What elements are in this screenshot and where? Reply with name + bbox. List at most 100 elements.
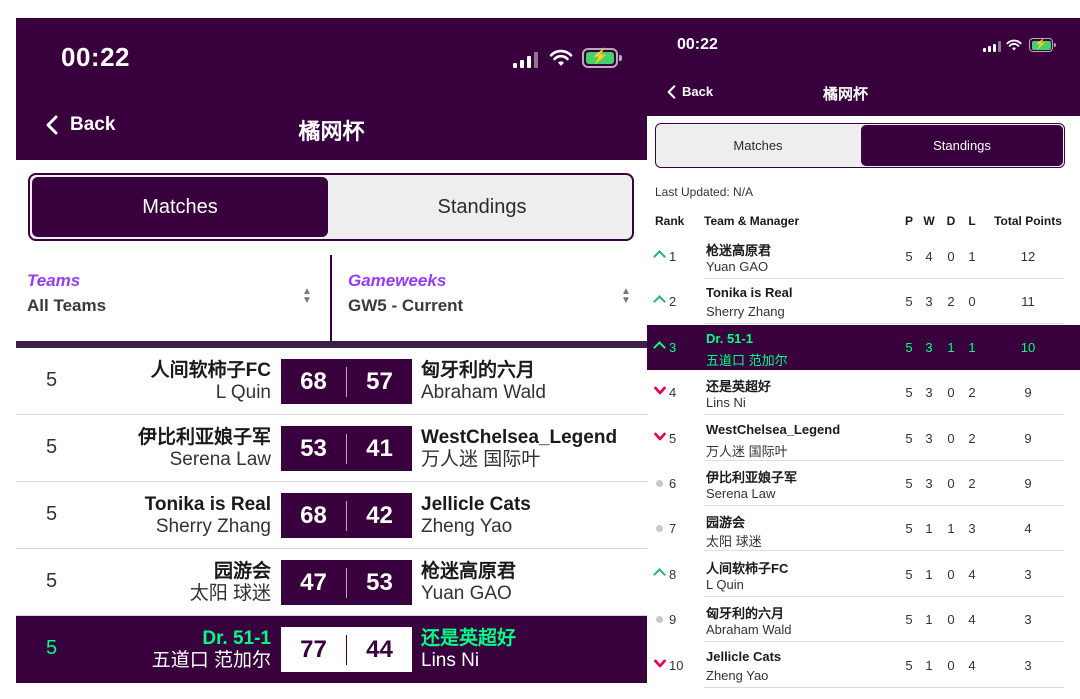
home-score: 68	[300, 501, 327, 529]
won-value: 4	[925, 249, 933, 264]
standings-row[interactable]: 10 Jellicle Cats Zheng Yao 5 1 0 4 3	[647, 643, 1080, 688]
standings-row[interactable]: 9 匈牙利的六月 Abraham Wald 5 1 0 4 3	[647, 597, 1080, 643]
team-name: 匈牙利的六月	[706, 606, 785, 622]
total-points-value: 12	[1020, 249, 1036, 264]
home-side: 园游会 太阳 球迷	[190, 561, 271, 605]
won-value: 1	[925, 566, 933, 582]
match-row[interactable]: 5 伊比利亚娘子军 Serena Law 53 41 WestChelsea_Legend…	[16, 415, 647, 482]
drawn-value: 1	[947, 521, 955, 537]
home-side: Tonika is Real Sherry Zhang	[145, 494, 271, 538]
rank-number: 10	[669, 657, 684, 673]
battery-charging-icon: ⚡	[582, 48, 622, 68]
lost-value: 2	[968, 476, 976, 491]
played-value: 5	[905, 612, 913, 628]
last-updated: Last Updated: N/A	[655, 185, 754, 199]
away-manager-name: Yuan GAO	[421, 583, 512, 604]
standings-row[interactable]: 2 Tonika is Real Sherry Zhang 5 3 2 0 11	[647, 279, 1080, 325]
played-value: 5	[905, 476, 913, 491]
won-value: 1	[925, 657, 933, 673]
drawn-value: 0	[947, 476, 955, 491]
standings-row[interactable]: 8 人间软柿子FC L Quin 5 1 0 4 3	[647, 552, 1080, 597]
drawn-value: 0	[947, 249, 955, 264]
standings-row[interactable]: 4 还是英超好 Lins Ni 5 3 0 2 9	[647, 370, 1080, 416]
arrow-up-icon	[654, 568, 666, 580]
away-score: 42	[366, 501, 393, 529]
away-side: Jellicle Cats Zheng Yao	[421, 494, 531, 538]
away-manager-name: Zheng Yao	[421, 516, 513, 537]
status-bar: 00:22 ⚡	[647, 18, 1080, 70]
played-value: 5	[905, 385, 913, 401]
col-played: P	[904, 214, 913, 228]
home-team-name: 园游会	[213, 561, 271, 582]
standings-row[interactable]: 5 WestChelsea_Legend 万人迷 国际叶 5 3 0 2 9	[647, 416, 1080, 461]
away-manager-name: 万人迷 国际叶	[421, 449, 541, 470]
score-box: 68 42	[281, 493, 412, 538]
drawn-value: 2	[947, 294, 955, 310]
col-total-points: Total Points	[994, 214, 1062, 228]
lost-value: 4	[968, 657, 976, 673]
standings-row[interactable]: 7 园游会 太阳 球迷 5 1 1 3 4	[647, 506, 1080, 552]
team-name: 枪迷高原君	[706, 243, 772, 258]
score-box: 47 53	[281, 560, 412, 605]
rank-number: 7	[669, 521, 677, 537]
team-name: 伊比利亚娘子军	[706, 470, 798, 485]
nav-bar: Back 橘网杯	[647, 70, 1080, 116]
gameweek-number: 5	[46, 369, 58, 391]
rank-number: 9	[669, 612, 677, 628]
manager-name: Lins Ni	[706, 395, 746, 411]
teams-filter[interactable]: Teams All Teams ▲ ▼	[16, 255, 330, 341]
played-value: 5	[905, 521, 913, 537]
gameweeks-filter[interactable]: Gameweeks GW5 - Current ▲ ▼	[332, 255, 647, 341]
signal-icon	[983, 41, 1001, 52]
tab-standings[interactable]: Standings	[334, 177, 630, 237]
lost-value: 4	[968, 612, 976, 628]
rank-number: 1	[669, 249, 677, 264]
total-points-value: 10	[1020, 339, 1036, 355]
total-points-value: 4	[1024, 521, 1032, 537]
match-row[interactable]: 5 Tonika is Real Sherry Zhang 68 42 Jellicle …	[16, 482, 647, 549]
total-points-value: 11	[1021, 294, 1035, 310]
lost-value: 1	[968, 339, 976, 355]
teams-filter-value: All Teams	[27, 296, 107, 315]
total-points-value: 3	[1024, 612, 1032, 628]
tab-standings[interactable]: Standings	[861, 125, 1063, 166]
played-value: 5	[905, 249, 913, 264]
team-name: Dr. 51-1	[706, 330, 753, 346]
arrow-up-icon	[654, 250, 666, 262]
match-row[interactable]: 5 Dr. 51-1 五道口 范加尔 77 44 还是英超好 Lins Ni	[16, 616, 647, 683]
won-value: 3	[925, 476, 933, 491]
rank-number: 2	[669, 294, 677, 310]
col-lost: L	[968, 214, 976, 228]
home-side: Dr. 51-1 五道口 范加尔	[152, 628, 271, 672]
standings-row[interactable]: 1 枪迷高原君 Yuan GAO 5 4 0 1 12	[647, 234, 1080, 279]
away-side: 还是英超好 Lins Ni	[421, 628, 516, 672]
manager-name: Abraham Wald	[706, 622, 792, 638]
match-row[interactable]: 5 园游会 太阳 球迷 47 53 枪迷高原君 Yuan GAO	[16, 549, 647, 616]
standings-header: Rank Team & Manager P W D L Total Points	[647, 214, 1080, 230]
lost-value: 4	[968, 566, 976, 582]
battery-charging-icon: ⚡	[1029, 38, 1056, 52]
total-points-value: 3	[1024, 566, 1032, 582]
won-value: 3	[925, 430, 933, 446]
standings-row[interactable]: 3 Dr. 51-1 五道口 范加尔 5 3 1 1 10	[647, 324, 1080, 370]
won-value: 3	[925, 339, 933, 355]
away-score: 57	[366, 367, 393, 395]
home-team-name: Tonika is Real	[144, 494, 271, 515]
manager-name: 太阳 球迷	[706, 534, 762, 550]
lost-value: 3	[968, 521, 976, 537]
view-toggle: Matches Standings	[655, 123, 1065, 168]
page-title: 橘网杯	[298, 119, 365, 144]
played-value: 5	[905, 339, 913, 355]
match-row[interactable]: 5 人间软柿子FC L Quin 68 57 匈牙利的六月 Abraham Wald	[16, 348, 647, 415]
tab-matches[interactable]: Matches	[657, 125, 859, 166]
tab-matches[interactable]: Matches	[32, 177, 328, 237]
won-value: 3	[925, 294, 933, 310]
home-score: 68	[300, 367, 327, 395]
drawn-value: 1	[947, 339, 955, 355]
standings-row[interactable]: 6 伊比利亚娘子军 Serena Law 5 3 0 2 9	[647, 461, 1080, 506]
played-value: 5	[905, 566, 913, 582]
team-name: 人间软柿子FC	[706, 560, 789, 576]
no-change-dot-icon	[654, 477, 666, 489]
col-won: W	[923, 214, 935, 228]
manager-name: 万人迷 国际叶	[706, 443, 788, 459]
